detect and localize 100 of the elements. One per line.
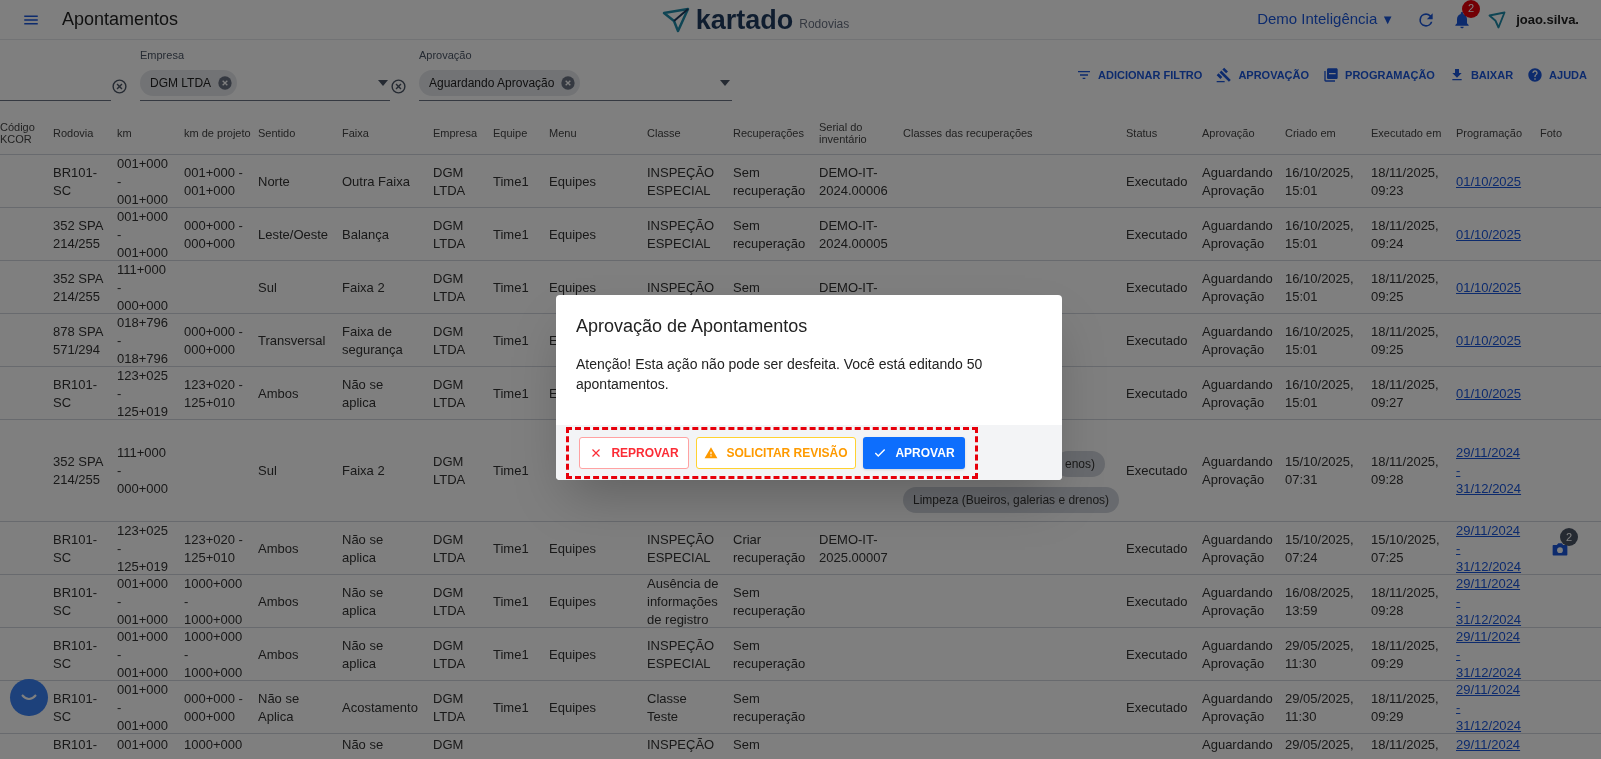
table-cell-text: 352 SPA 214/255 [53,217,105,253]
table-cell-text: Aguardando Aprovação [1202,217,1274,253]
table-cell-text: Time1 [493,646,530,664]
column-header[interactable]: Equipe [493,127,545,139]
table-cell-text: Sem recuperação [733,584,807,620]
table-cell-text: Time1 [493,279,530,297]
table-cell-text: 18/11/2025, 09:23 [1371,164,1440,200]
table-cell-text: Executado [1126,332,1189,350]
dialog-button[interactable]: APROVAR [863,436,965,469]
select-field[interactable]: DGM LTDA [140,67,390,101]
select-field[interactable]: Aguardando Aprovação [419,67,732,101]
schedule-link[interactable]: 01/10/2025 [1456,279,1536,297]
table-cell-text: Time1 [493,173,530,191]
caret-icon: ▼ [1381,9,1395,30]
column-header[interactable]: Serial do inventário [819,121,899,145]
table-cell-text: Executado [1126,226,1189,244]
table-cell-text: 123+025 - 125+019 [117,367,169,421]
table-cell-text: 16/10/2025, 15:01 [1285,270,1355,306]
table-cell-text: 29/05/2025, 11:30 [1285,637,1355,673]
table-cell-text: 18/11/2025, 09:28 [1371,452,1440,489]
table-cell-text: INSPEÇÃO [647,736,716,754]
table-cell-text: Aguardando Aprovação [1202,690,1274,726]
table-cell-text: INSPEÇÃO ESPECIAL [647,217,716,253]
column-header[interactable]: Programação [1456,127,1536,139]
table-cell-text: 16/10/2025, 15:01 [1285,217,1355,253]
toolbar-button[interactable]: APROVAÇÃO [1216,66,1310,83]
table-cell-text: DGM LTDA [433,376,467,412]
camera-icon[interactable] [1550,540,1570,558]
filter-chip[interactable]: Aguardando Aprovação [419,69,581,96]
column-header[interactable]: km [117,127,180,139]
schedule-link[interactable]: 29/11/2024 [1456,736,1536,754]
table-cell-text: Executado [1126,461,1189,480]
toolbar-button[interactable]: ADICIONAR FILTRO [1076,66,1203,83]
table-cell-text: Ambos [258,593,300,611]
table-cell-text: INSPEÇÃO ESPECIAL [647,531,716,567]
table-cell-text: Sul [258,461,278,480]
column-header[interactable]: Aprovação [1202,127,1281,139]
column-header[interactable]: Status [1126,127,1198,139]
column-header[interactable]: Criado em [1285,127,1367,139]
table-cell-text: Leste/Oeste [258,226,330,244]
table-cell-text: 15/10/2025, 07:25 [1371,531,1441,567]
column-header[interactable]: Classe [647,127,729,139]
column-header[interactable]: Empresa [433,127,489,139]
table-cell-text: Criar recuperação [733,531,807,567]
dialog-button[interactable]: SOLICITAR REVISÃO [696,436,856,469]
table-cell-text: Equipes [549,173,597,191]
table-cell-text: 18/11/2025, 09:25 [1371,270,1440,306]
table-cell-text: Faixa 2 [342,461,386,480]
toolbar-button[interactable]: BAIXAR [1448,66,1514,83]
table-cell-text: Não se [342,736,385,754]
user-name[interactable]: joao.silva. [1516,9,1579,30]
toolbar-button[interactable]: AJUDA [1527,66,1587,83]
toolbar-button[interactable]: PROGRAMAÇÃO [1323,66,1435,83]
workspace-selector[interactable]: Demo Inteligência ▼ [1257,8,1395,31]
schedule-link[interactable]: 29/11/2024 - 31/12/2024 [1456,628,1536,682]
table-cell-text: DGM [433,736,465,754]
chat-button[interactable] [10,679,48,716]
table-cell-text: BR101- SC [53,584,99,620]
column-header[interactable]: Menu [549,127,643,139]
table-cell-text: 29/05/2025, [1285,736,1355,754]
column-header[interactable]: Recuperações [733,127,815,139]
table-cell-text: DGM LTDA [433,270,467,306]
table-cell-text: BR101- SC [53,690,99,726]
column-header[interactable]: Sentido [258,127,338,139]
schedule-link[interactable]: 29/11/2024 - 31/12/2024 [1456,681,1536,735]
table-cell-text: DGM LTDA [433,531,467,567]
table-cell-text: Ambos [258,540,300,558]
table-cell-text: 18/11/2025, 09:28 [1371,584,1440,620]
schedule-link[interactable]: 29/11/2024 - 31/12/2024 [1456,443,1536,498]
table-cell-text: Executado [1126,699,1189,717]
table-cell-text: Não se aplica [342,637,385,673]
schedule-link[interactable]: 29/11/2024 - 31/12/2024 [1456,575,1536,629]
filter-chip[interactable]: DGM LTDA [140,69,238,96]
clear-icon[interactable] [390,78,407,95]
schedule-link[interactable]: 01/10/2025 [1456,226,1536,244]
column-header[interactable]: km de projeto [184,127,254,139]
table-cell-text: 123+025 - 125+019 [117,522,169,576]
table-cell-text: Faixa 2 [342,279,386,297]
table-cell-text: 001+000 [117,736,169,754]
table-cell-text: Time1 [493,540,530,558]
schedule-link[interactable]: 01/10/2025 [1456,385,1536,403]
table-cell-text: 18/11/2025, [1371,736,1440,754]
photo-count-badge: 2 [1560,528,1578,546]
remove-icon [217,74,234,91]
schedule-link[interactable]: 01/10/2025 [1456,173,1536,191]
clear-icon[interactable] [111,78,128,95]
column-header[interactable]: Classes das recuperações [903,127,1122,139]
table-cell-text: DEMO-IT- 2024.00006 [819,164,889,200]
column-header[interactable]: Faixa [342,127,429,139]
column-header[interactable]: Código KCOR [0,121,49,145]
schedule-link[interactable]: 01/10/2025 [1456,332,1536,350]
dialog-button[interactable]: REPROVAR [579,436,689,469]
schedule-link[interactable]: 29/11/2024 - 31/12/2024 [1456,522,1536,576]
table-cell-text: BR101- SC [53,376,99,412]
column-header[interactable]: Foto [1540,127,1597,139]
table-cell-text: 16/10/2025, 15:01 [1285,323,1355,359]
table-cell-text: 000+000 - 000+000 [184,690,244,726]
table-cell-text: Time1 [493,332,530,350]
column-header[interactable]: Rodovia [53,127,113,139]
column-header[interactable]: Executado em [1371,127,1452,139]
